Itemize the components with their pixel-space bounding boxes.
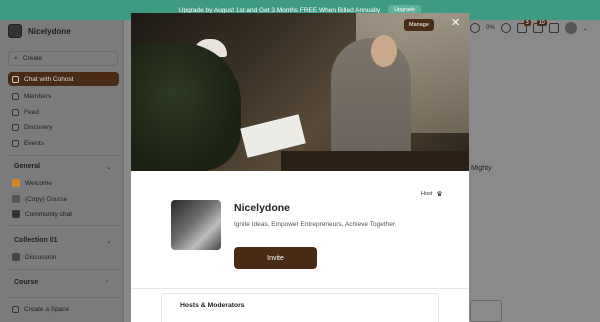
- chevron-down-icon[interactable]: ⌄: [106, 237, 112, 245]
- cover-person-head: [371, 35, 397, 67]
- modal-divider: [131, 288, 469, 289]
- sidebar-item-feed[interactable]: Feed: [8, 105, 119, 119]
- sidebar-item-copy-course[interactable]: (Copy) Course: [8, 192, 119, 206]
- create-space-label: Create a Space: [24, 305, 70, 313]
- manage-button[interactable]: Manage: [404, 19, 434, 31]
- community-chat-space-icon: [12, 210, 20, 218]
- feed-icon: [12, 108, 19, 116]
- cover-plant: [131, 43, 241, 171]
- sidebar: Nicelydone + Create Chat with Cohost Mem…: [0, 20, 124, 322]
- close-icon[interactable]: ✕: [451, 17, 460, 29]
- people-icon[interactable]: 3: [516, 20, 531, 33]
- chat-bubble-icon[interactable]: 10: [532, 20, 547, 33]
- people-badge: 3: [523, 20, 531, 26]
- chat-icon: [12, 75, 19, 83]
- background-text: Mighty: [471, 165, 492, 172]
- sidebar-item-label: Community chat: [25, 210, 72, 218]
- sidebar-item-label: Discussion: [25, 253, 57, 261]
- sidebar-item-members[interactable]: Members: [8, 89, 119, 103]
- invite-button[interactable]: Invite: [234, 247, 317, 269]
- plus-icon: +: [14, 55, 18, 62]
- host-indicator: Host ♛: [421, 190, 443, 198]
- topbar-icons: 0% 3 10 ⌄: [470, 20, 588, 34]
- brand-name: Nicelydone: [28, 26, 71, 36]
- community-tagline: Ignite Ideas, Empower Entrepreneurs, Ach…: [234, 221, 397, 228]
- sidebar-item-label: Welcome: [25, 179, 52, 187]
- sidebar-divider: [8, 225, 119, 226]
- chat-badge: 10: [537, 20, 547, 26]
- hosts-moderators-card: Hosts & Moderators: [161, 293, 439, 322]
- add-space-icon: [12, 305, 19, 313]
- chevron-right-icon[interactable]: ›: [106, 278, 108, 285]
- sidebar-divider: [8, 155, 119, 156]
- brand-logo: [8, 24, 22, 38]
- hosts-moderators-title: Hosts & Moderators: [180, 302, 245, 309]
- progress-ring-icon[interactable]: [470, 23, 480, 33]
- sidebar-item-welcome[interactable]: Welcome: [8, 176, 119, 190]
- sidebar-item-events[interactable]: Events: [8, 136, 119, 150]
- create-button[interactable]: + Create: [8, 51, 118, 66]
- chevron-down-icon[interactable]: ⌄: [583, 25, 588, 32]
- community-modal: Manage ✕ Host ♛ Nicelydone Ignite Ideas,…: [131, 13, 469, 322]
- create-space-button[interactable]: Create a Space: [8, 302, 119, 316]
- sidebar-item-community-chat[interactable]: Community chat: [8, 207, 119, 221]
- members-icon: [12, 92, 19, 100]
- bell-icon[interactable]: [548, 23, 559, 33]
- sidebar-divider: [8, 297, 119, 298]
- progress-text: 0%: [486, 25, 495, 31]
- section-general-title[interactable]: General: [14, 163, 40, 170]
- cover-desk: [281, 151, 469, 171]
- welcome-space-icon: [12, 179, 20, 187]
- create-label: Create: [22, 55, 43, 62]
- brand[interactable]: Nicelydone: [8, 24, 71, 38]
- events-icon: [12, 139, 19, 147]
- host-label: Host: [421, 191, 433, 197]
- sidebar-divider: [8, 269, 119, 270]
- community-avatar: [171, 200, 221, 250]
- crown-icon: ♛: [436, 191, 443, 198]
- sidebar-item-label: Chat with Cohost: [24, 75, 74, 83]
- community-name: Nicelydone: [234, 202, 291, 214]
- avatar[interactable]: [564, 22, 577, 34]
- sidebar-item-discussion[interactable]: Discussion: [8, 250, 119, 264]
- sidebar-item-discovery[interactable]: Discovery: [8, 120, 119, 134]
- help-icon[interactable]: [500, 23, 511, 33]
- discussion-space-icon: [12, 253, 20, 261]
- discovery-icon: [12, 123, 19, 131]
- chevron-down-icon[interactable]: ⌄: [106, 163, 112, 171]
- section-course-title[interactable]: Course: [14, 279, 38, 286]
- sidebar-item-chat-with-cohost[interactable]: Chat with Cohost: [8, 72, 119, 86]
- sidebar-item-label: (Copy) Course: [25, 195, 68, 203]
- sidebar-item-label: Feed: [24, 108, 39, 116]
- background-box: [470, 300, 502, 322]
- cover-image: Manage ✕: [131, 13, 469, 171]
- course-space-icon: [12, 195, 20, 203]
- sidebar-item-label: Events: [24, 139, 44, 147]
- sidebar-item-label: Discovery: [24, 123, 53, 131]
- section-collection-01-title[interactable]: Collection 01: [14, 237, 58, 244]
- sidebar-item-label: Members: [24, 92, 52, 100]
